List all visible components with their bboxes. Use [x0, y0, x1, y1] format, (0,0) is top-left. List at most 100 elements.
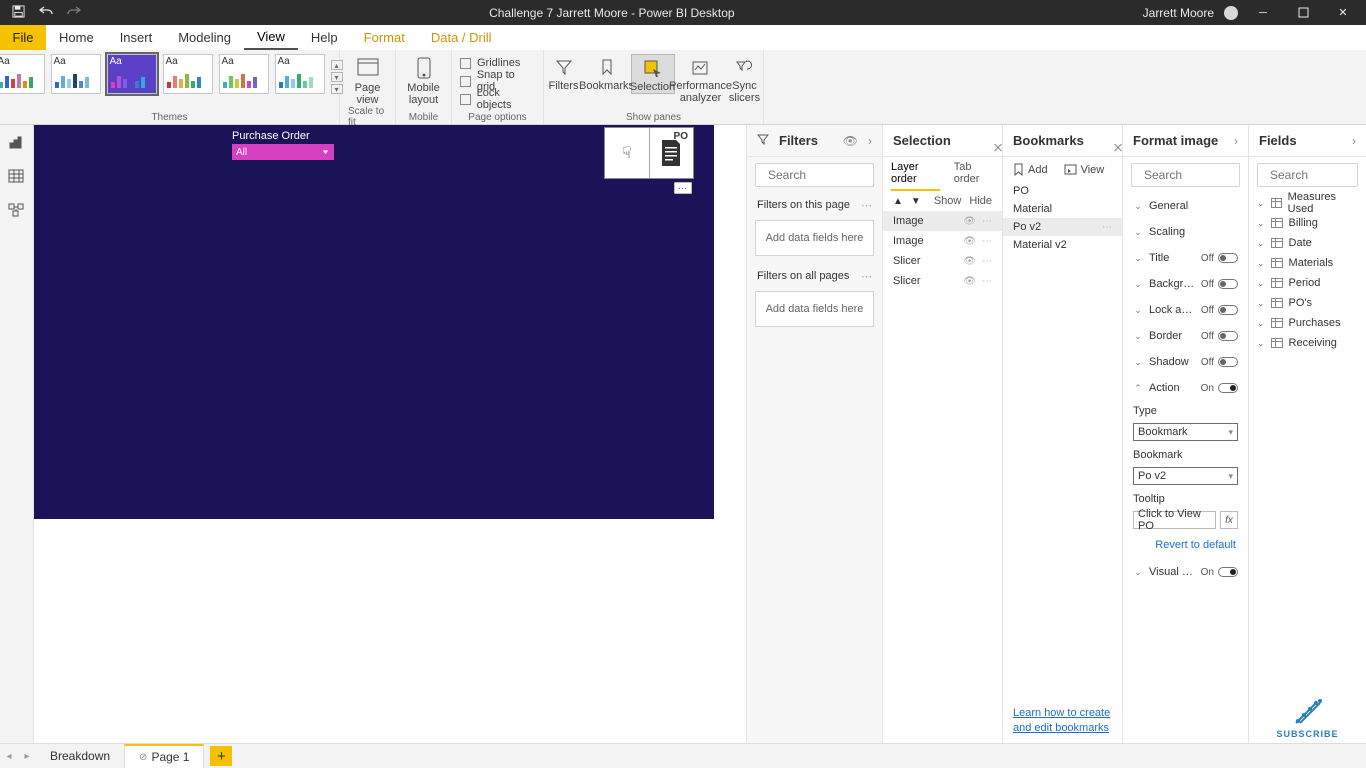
page-tab-breakdown[interactable]: Breakdown [36, 744, 124, 768]
format-tooltip-fx-button[interactable]: fx [1220, 511, 1238, 529]
hide-eye-icon[interactable]: 👁 [963, 216, 976, 227]
data-view-icon[interactable] [8, 169, 26, 185]
filters-all-pages-drop[interactable]: Add data fields here [755, 291, 874, 327]
layer-order-tab[interactable]: Layer order [891, 161, 940, 191]
bookmarks-learn-link[interactable]: Learn how to create and edit bookmarks [1003, 706, 1122, 743]
user-name[interactable]: Jarrett Moore [1143, 6, 1214, 20]
page-next-button[interactable]: ▸ [18, 751, 36, 762]
show-label[interactable]: Show [934, 195, 962, 207]
hide-label[interactable]: Hide [969, 195, 992, 207]
save-icon[interactable] [12, 5, 25, 21]
selection-item[interactable]: Slicer👁⋯ [883, 271, 1002, 291]
selection-item[interactable]: Slicer👁⋯ [883, 251, 1002, 271]
collapse-icon[interactable]: › [1352, 134, 1356, 148]
tab-insert[interactable]: Insert [107, 25, 166, 50]
add-page-button[interactable]: + [210, 746, 232, 766]
theme-swatch-selected[interactable]: Aa [107, 54, 157, 94]
subscribe-badge[interactable]: SUBSCRIBE [1249, 691, 1366, 743]
theme-swatch[interactable]: Aa [163, 54, 213, 94]
format-scaling[interactable]: ⌄Scaling [1123, 219, 1248, 245]
page-tab-page1[interactable]: ⊘Page 1 [124, 744, 204, 768]
tab-view[interactable]: View [244, 25, 298, 50]
visual-options-button[interactable]: ⋯ [674, 182, 692, 194]
sync-slicers-toggle[interactable]: Sync slicers [727, 54, 763, 104]
page-prev-button[interactable]: ◂ [0, 751, 18, 762]
tab-order-tab[interactable]: Tab order [954, 161, 994, 191]
tab-format[interactable]: Format [351, 25, 418, 50]
format-action[interactable]: ⌃ActionOn [1123, 375, 1248, 401]
filters-search[interactable] [755, 163, 874, 187]
bookmarks-pane-toggle[interactable]: Bookmarks [583, 54, 631, 92]
revert-to-default[interactable]: Revert to default [1123, 531, 1248, 559]
format-type-dropdown[interactable]: Bookmark▾ [1133, 423, 1238, 441]
bookmark-item[interactable]: Po v2⋯ [1003, 218, 1122, 236]
selection-item[interactable]: Image👁⋯ [883, 231, 1002, 251]
bookmark-item[interactable]: PO [1003, 182, 1122, 200]
report-view-icon[interactable] [8, 135, 26, 151]
undo-icon[interactable] [39, 5, 53, 21]
field-table[interactable]: ⌄PO's [1249, 293, 1366, 313]
po-image-card[interactable]: ☟ PO [604, 127, 694, 179]
page-view-button[interactable]: Page view [342, 54, 394, 106]
bookmark-view-button[interactable]: View [1064, 164, 1105, 176]
field-table[interactable]: ⌄Purchases [1249, 313, 1366, 333]
tab-modeling[interactable]: Modeling [165, 25, 244, 50]
minimize-button[interactable]: ─ [1248, 0, 1278, 25]
field-table[interactable]: ⌄Billing [1249, 213, 1366, 233]
format-visual-header[interactable]: ⌄Visual he...On [1123, 559, 1248, 585]
bookmark-item[interactable]: Material v2 [1003, 236, 1122, 254]
bookmark-add-button[interactable]: Add [1013, 163, 1048, 176]
maximize-button[interactable] [1288, 0, 1318, 25]
fields-search[interactable] [1257, 163, 1358, 187]
format-tooltip-input[interactable]: Click to View PO [1133, 511, 1216, 529]
tab-data-drill[interactable]: Data / Drill [418, 25, 505, 50]
report-canvas[interactable]: Purchase Order All▼ ☟ PO ⋯ [34, 125, 714, 519]
selection-item[interactable]: Image👁⋯ [883, 211, 1002, 231]
table-icon [1271, 258, 1283, 268]
move-down-icon[interactable]: ▼ [911, 196, 921, 207]
format-general[interactable]: ⌄General [1123, 193, 1248, 219]
tab-help[interactable]: Help [298, 25, 351, 50]
perf-analyzer-toggle[interactable]: Performance analyzer [675, 54, 727, 104]
mobile-layout-button[interactable]: Mobile layout [398, 54, 450, 106]
field-table[interactable]: ⌄Materials [1249, 253, 1366, 273]
redo-icon[interactable] [67, 5, 81, 21]
field-table[interactable]: ⌄Period [1249, 273, 1366, 293]
format-border[interactable]: ⌄BorderOff [1123, 323, 1248, 349]
hide-eye-icon[interactable]: 👁 [963, 276, 976, 287]
format-title-prop[interactable]: ⌄TitleOff [1123, 245, 1248, 271]
theme-swatch[interactable]: Aa [51, 54, 101, 94]
tab-home[interactable]: Home [46, 25, 107, 50]
selection-pane-toggle[interactable]: Selection [631, 54, 675, 94]
more-icon[interactable]: ⋯ [861, 199, 872, 212]
collapse-icon[interactable]: › [868, 134, 872, 148]
hide-eye-icon[interactable]: 👁 [963, 236, 976, 247]
format-bookmark-dropdown[interactable]: Po v2▾ [1133, 467, 1238, 485]
theme-swatch[interactable]: Aa [275, 54, 325, 94]
table-icon [1271, 318, 1283, 328]
file-tab[interactable]: File [0, 25, 46, 50]
field-table[interactable]: ⌄Receiving [1249, 333, 1366, 353]
collapse-icon[interactable]: › [1234, 134, 1238, 148]
filters-pane-toggle[interactable]: Filters [545, 54, 583, 92]
lock-objects-checkbox[interactable]: Lock objects [460, 90, 535, 108]
model-view-icon[interactable] [8, 203, 26, 219]
purchase-order-slicer[interactable]: All▼ [232, 144, 334, 160]
format-lock-aspect[interactable]: ⌄Lock aspe...Off [1123, 297, 1248, 323]
close-button[interactable]: ✕ [1328, 0, 1358, 25]
format-background[interactable]: ⌄Backgrou...Off [1123, 271, 1248, 297]
field-table[interactable]: ⌄Measures Used [1249, 193, 1366, 213]
filters-this-page-drop[interactable]: Add data fields here [755, 220, 874, 256]
format-shadow[interactable]: ⌄ShadowOff [1123, 349, 1248, 375]
avatar[interactable] [1224, 6, 1238, 20]
move-up-icon[interactable]: ▲ [893, 196, 903, 207]
hide-eye-icon[interactable]: 👁 [963, 256, 976, 267]
format-search[interactable] [1131, 163, 1240, 187]
theme-swatch[interactable]: Aa [219, 54, 269, 94]
eye-icon[interactable]: 👁 [843, 134, 858, 148]
theme-swatch[interactable]: Aa [0, 54, 45, 94]
bookmark-item[interactable]: Material [1003, 200, 1122, 218]
field-table[interactable]: ⌄Date [1249, 233, 1366, 253]
more-icon[interactable]: ⋯ [861, 270, 872, 283]
more-icon[interactable]: ⋯ [1102, 222, 1112, 233]
